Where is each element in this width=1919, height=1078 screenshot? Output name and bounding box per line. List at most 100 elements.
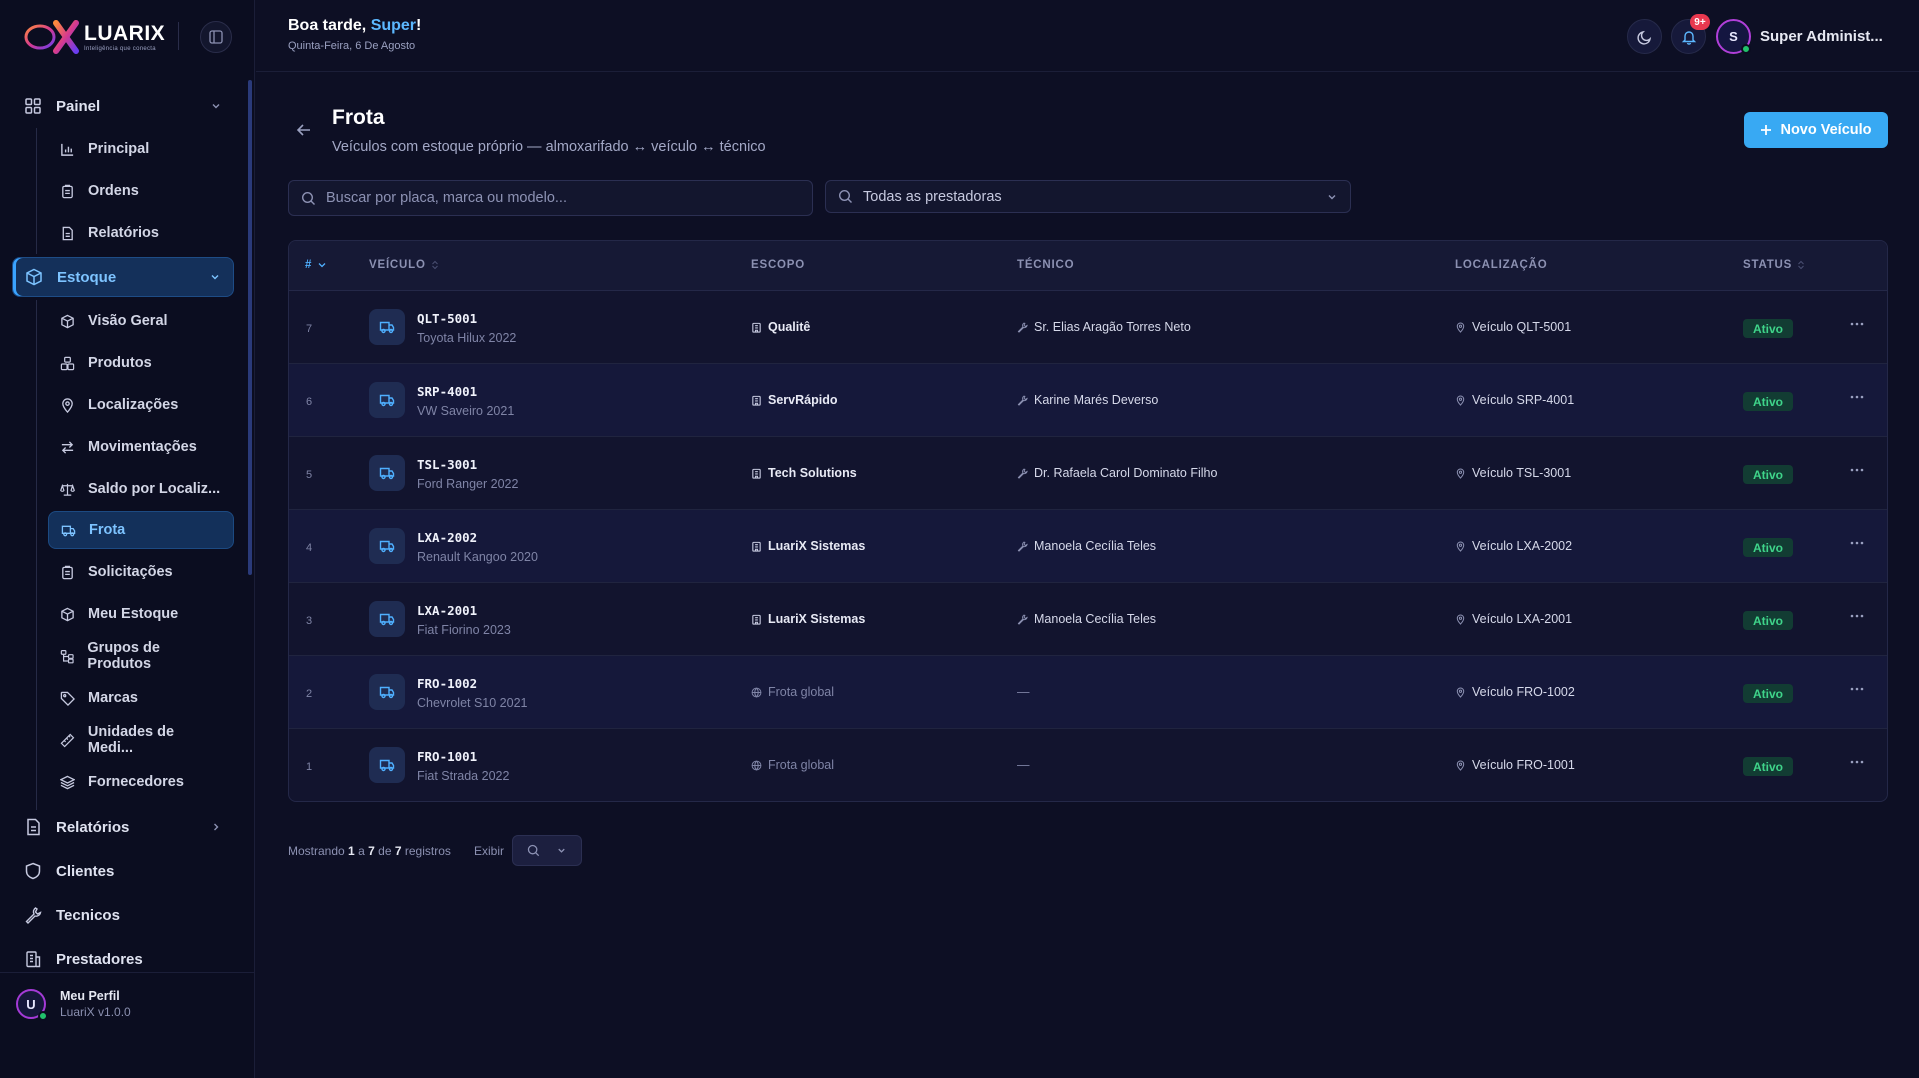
theme-toggle-button[interactable] (1627, 19, 1662, 54)
pagination-to: 7 (368, 844, 375, 858)
location-cell: Veículo LXA-2002 (1455, 539, 1572, 553)
tech-name: Dr. Rafaela Carol Dominato Filho (1034, 466, 1218, 480)
user-name[interactable]: Super Administ... (1760, 28, 1883, 45)
chevron-right-icon (214, 823, 219, 831)
pagination-total: 7 (394, 844, 402, 858)
sidebar-item-movimentacoes[interactable]: Movimentações (48, 428, 234, 466)
sidebar-item-localizacoes[interactable]: Localizações (48, 386, 234, 424)
scope-cell: Frota global (751, 685, 834, 699)
page-subtitle: Veículos com estoque próprio — almoxarif… (332, 139, 766, 155)
notification-count-badge: 9+ (1690, 14, 1710, 30)
collapse-sidebar-button[interactable] (200, 21, 232, 53)
page-size-select[interactable] (512, 835, 582, 866)
table-row[interactable]: 1 FRO-1001 Fiat Strada 2022 Frota global… (289, 729, 1887, 801)
tech-name: — (1017, 685, 1030, 699)
sidebar-item-ordens[interactable]: Ordens (48, 172, 234, 210)
vehicle-avatar (369, 309, 405, 345)
column-header-location: LOCALIZAÇÃO (1455, 259, 1548, 271)
sidebar-item-label: Marcas (88, 690, 138, 706)
table-row[interactable]: 2 FRO-1002 Chevrolet S10 2021 Frota glob… (289, 656, 1887, 729)
column-header-number[interactable]: # (305, 259, 327, 271)
search-input[interactable] (326, 190, 800, 206)
column-header-vehicle[interactable]: VEÍCULO (369, 259, 439, 271)
tech-cell: — (1017, 685, 1030, 699)
hierarchy-icon (60, 649, 74, 663)
more-actions-icon[interactable] (1847, 609, 1867, 623)
sidebar-scrollbar[interactable] (248, 80, 252, 575)
more-actions-icon[interactable] (1847, 755, 1867, 769)
vehicle-plate[interactable]: QLT-5001 (417, 311, 477, 326)
sidebar-item-label: Grupos de Produtos (87, 640, 160, 672)
brand-logo[interactable]: LUARIX Inteligência que conecta (22, 18, 167, 56)
tech-cell: — (1017, 758, 1030, 772)
scope-name: Qualitê (768, 320, 811, 334)
nav-group-painel[interactable]: Painel (12, 86, 234, 126)
search-icon (527, 844, 540, 857)
sidebar-item-grupos-produtos[interactable]: Grupos de Produtos (48, 637, 234, 675)
sidebar-item-label: Meu Estoque (88, 606, 179, 622)
swap-icon (61, 440, 74, 454)
nav-group-estoque[interactable]: Estoque (12, 257, 234, 297)
vehicle-plate[interactable]: SRP-4001 (417, 384, 477, 399)
table-row[interactable]: 6 SRP-4001 VW Saveiro 2021 ServRápido Ka… (289, 364, 1887, 437)
back-arrow-icon[interactable] (294, 120, 314, 140)
table-row[interactable]: 5 TSL-3001 Ford Ranger 2022 Tech Solutio… (289, 437, 1887, 510)
vehicle-plate[interactable]: TSL-3001 (417, 457, 477, 472)
sidebar-item-marcas[interactable]: Marcas (48, 679, 234, 717)
sidebar-item-visao-geral[interactable]: Visão Geral (48, 302, 234, 340)
scope-cell: Qualitê (751, 320, 810, 334)
profile-footer[interactable]: U Meu Perfil LuariX v1.0.0 (0, 972, 255, 1078)
truck-icon (379, 686, 395, 699)
vehicle-avatar (369, 674, 405, 710)
vehicle-plate[interactable]: LXA-2001 (417, 603, 477, 618)
sidebar-item-saldo-localizacao[interactable]: Saldo por Localiz... (48, 470, 234, 508)
sidebar-item-unidades-medida[interactable]: Unidades de Medi... (48, 721, 234, 759)
table-row[interactable]: 3 LXA-2001 Fiat Fiorino 2023 LuariX Sist… (289, 583, 1887, 656)
more-actions-icon[interactable] (1847, 390, 1867, 404)
nav-group-label: Painel (56, 97, 101, 115)
sidebar-item-meu-estoque[interactable]: Meu Estoque (48, 595, 234, 633)
sidebar-item-frota[interactable]: Frota (48, 511, 234, 549)
tech-cell: Manoela Cecília Teles (1017, 539, 1156, 553)
greeting-prefix: Boa tarde, (288, 17, 371, 34)
globe-icon (751, 760, 762, 771)
map-pin-icon (1456, 322, 1465, 333)
search-field[interactable] (288, 180, 813, 216)
tech-cell: Karine Marés Deverso (1017, 393, 1158, 407)
vehicle-plate[interactable]: FRO-1002 (417, 676, 477, 691)
new-vehicle-button[interactable]: Novo Veículo (1744, 112, 1888, 148)
app-version: LuariX v1.0.0 (60, 1005, 131, 1019)
sidebar-item-label: Solicitações (88, 564, 173, 580)
sidebar-item-principal[interactable]: Principal (48, 130, 234, 168)
scope-cell: LuariX Sistemas (751, 539, 865, 553)
nav-group-clientes[interactable]: Clientes (12, 851, 234, 891)
more-actions-icon[interactable] (1847, 317, 1867, 331)
tech-cell: Dr. Rafaela Carol Dominato Filho (1017, 466, 1217, 480)
vehicle-plate[interactable]: FRO-1001 (417, 749, 477, 764)
luarix-logo-icon (24, 20, 79, 54)
provider-filter-select[interactable]: Todas as prestadoras (825, 180, 1351, 213)
scope-cell: LuariX Sistemas (751, 612, 865, 626)
table-row[interactable]: 4 LXA-2002 Renault Kangoo 2020 LuariX Si… (289, 510, 1887, 583)
more-actions-icon[interactable] (1847, 463, 1867, 477)
sidebar-item-fornecedores[interactable]: Fornecedores (48, 763, 234, 801)
sort-icon (431, 260, 438, 270)
search-icon (301, 191, 315, 205)
nav-group-tecnicos[interactable]: Tecnicos (12, 895, 234, 935)
vehicle-model: Fiat Fiorino 2023 (417, 623, 511, 637)
sidebar-item-solicitacoes[interactable]: Solicitações (48, 553, 234, 591)
sidebar-item-produtos[interactable]: Produtos (48, 344, 234, 382)
building-icon (752, 322, 761, 333)
more-actions-icon[interactable] (1847, 536, 1867, 550)
nav-group-relatorios[interactable]: Relatórios (12, 807, 234, 847)
cube-icon (61, 314, 74, 328)
profile-name[interactable]: Meu Perfil (60, 989, 120, 1003)
vehicle-plate[interactable]: LXA-2002 (417, 530, 477, 545)
sidebar-item-relatorios-painel[interactable]: Relatórios (48, 214, 234, 252)
pagination-sep: a (358, 844, 365, 858)
more-actions-icon[interactable] (1847, 682, 1867, 696)
column-header-status[interactable]: STATUS (1743, 259, 1805, 271)
table-row[interactable]: 7 QLT-5001 Toyota Hilux 2022 Qualitê Sr.… (289, 291, 1887, 364)
wrench-icon (1017, 614, 1028, 625)
pagination-sep: de (378, 844, 392, 858)
